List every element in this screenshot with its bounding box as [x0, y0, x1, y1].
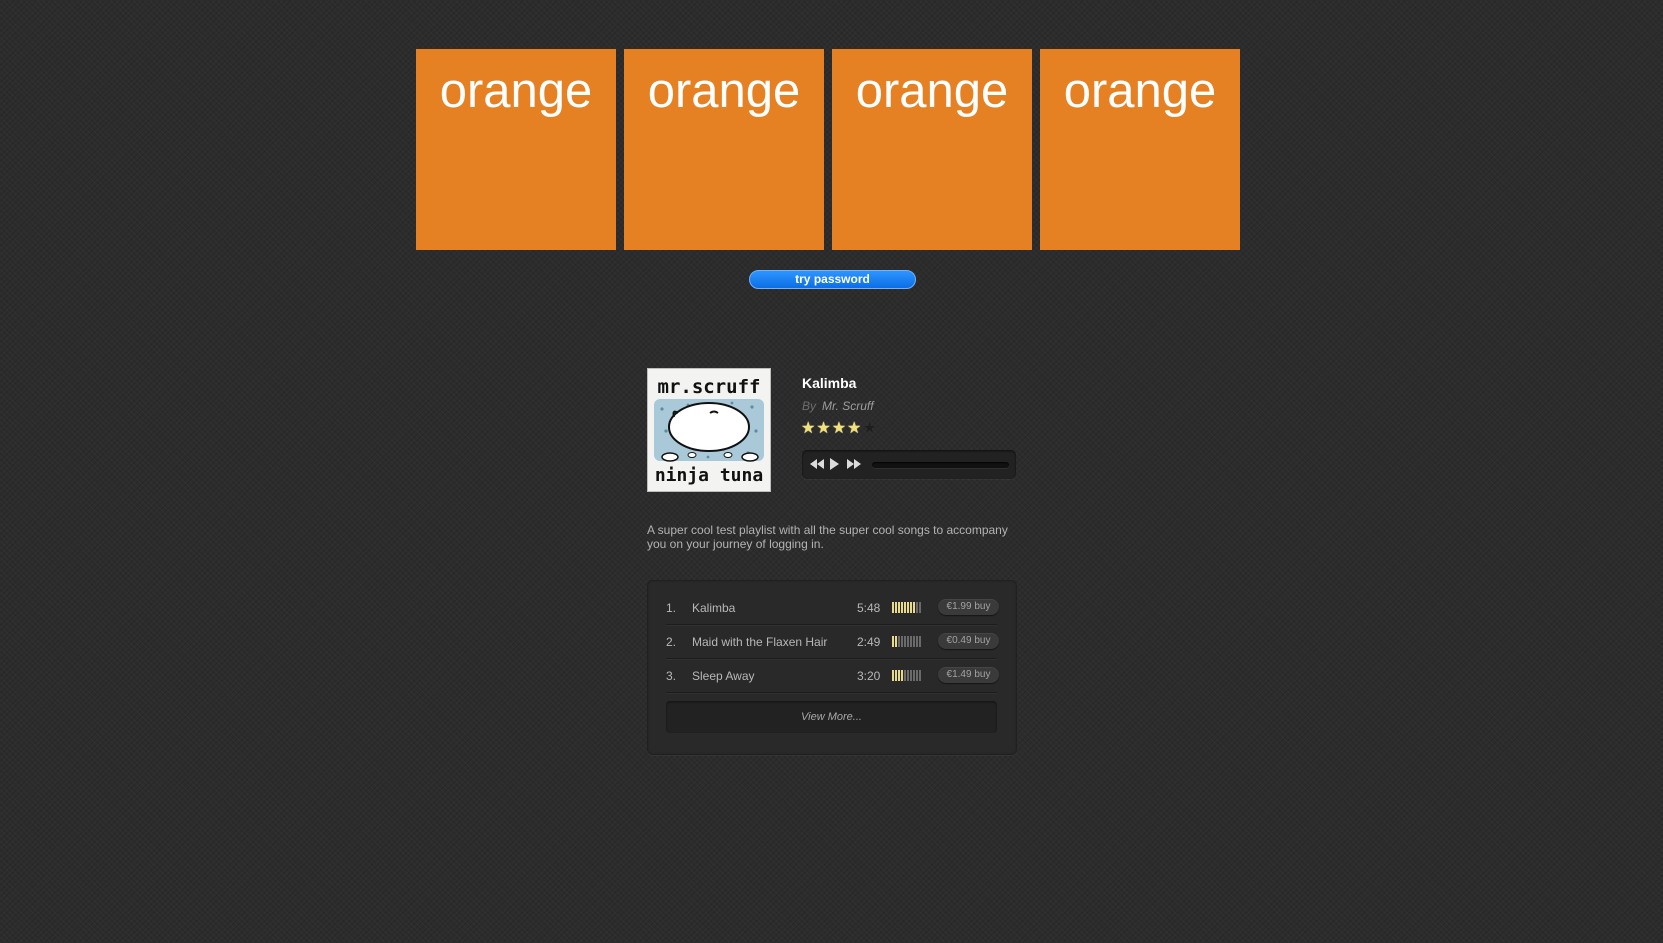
popularity-bar — [895, 602, 897, 613]
tracklist: 1. Kalimba 5:48 €1.99 buy 2. Maid with t… — [647, 580, 1017, 755]
track-duration: 5:48 — [857, 601, 881, 615]
popularity-meter — [892, 636, 923, 647]
tile-grid: orange orange orange orange — [416, 49, 1240, 250]
track-duration: 2:49 — [857, 635, 881, 649]
tile-label: orange — [439, 64, 593, 118]
popularity-bar — [907, 602, 909, 613]
track-number: 1. — [666, 601, 677, 615]
star-icon[interactable]: ★ — [832, 419, 846, 439]
view-more-button[interactable]: View More... — [666, 701, 997, 733]
play-icon[interactable] — [830, 456, 839, 472]
popularity-bar — [916, 602, 918, 613]
popularity-bar — [901, 670, 903, 681]
rating-stars[interactable]: ★ ★ ★ ★ ★ — [801, 419, 877, 439]
track-number: 2. — [666, 635, 677, 649]
star-icon[interactable]: ★ — [801, 419, 815, 439]
track-title[interactable]: Maid with the Flaxen Hair — [692, 635, 827, 649]
track-title[interactable]: Kalimba — [692, 601, 735, 615]
track-row[interactable]: 1. Kalimba 5:48 €1.99 buy — [666, 590, 999, 625]
track-row[interactable]: 3. Sleep Away 3:20 €1.49 buy — [666, 658, 999, 693]
popularity-bar — [907, 636, 909, 647]
now-playing-title: Kalimba — [802, 375, 857, 391]
popularity-bar — [898, 636, 900, 647]
tile-label: orange — [647, 64, 801, 118]
popularity-bars — [892, 670, 921, 681]
tile-label: orange — [855, 64, 1009, 118]
popularity-bar — [916, 636, 918, 647]
album-cover-image: mr.scruff ninja tuna — [648, 369, 770, 491]
popularity-bar — [901, 636, 903, 647]
album-art: mr.scruff ninja tuna — [647, 368, 771, 492]
popularity-bar — [904, 602, 906, 613]
popularity-bar — [913, 636, 915, 647]
popularity-bar — [913, 602, 915, 613]
popularity-bar — [919, 670, 921, 681]
tile-label: orange — [1063, 64, 1217, 118]
popularity-bar — [913, 670, 915, 681]
popularity-bar — [901, 602, 903, 613]
track-duration: 3:20 — [857, 669, 881, 683]
popularity-bar — [904, 636, 906, 647]
popularity-bar — [910, 602, 912, 613]
popularity-bar — [910, 636, 912, 647]
popularity-bar — [892, 636, 894, 647]
popularity-bar — [907, 670, 909, 681]
popularity-bar — [892, 670, 894, 681]
by-label: By — [802, 399, 817, 413]
buy-button[interactable]: €1.99 buy — [938, 599, 999, 615]
popularity-bar — [892, 602, 894, 613]
track-row[interactable]: 2. Maid with the Flaxen Hair 2:49 €0.49 … — [666, 624, 999, 659]
try-password-button[interactable]: try password — [749, 270, 916, 289]
orange-tile-4[interactable]: orange — [1040, 49, 1240, 250]
fast-forward-icon[interactable] — [847, 456, 862, 472]
popularity-bar — [919, 602, 921, 613]
orange-tile-1[interactable]: orange — [416, 49, 616, 250]
popularity-bar — [916, 670, 918, 681]
track-title[interactable]: Sleep Away — [692, 669, 755, 683]
popularity-bar — [898, 670, 900, 681]
popularity-bars — [892, 602, 921, 613]
now-playing-byline: By Mr. Scruff — [802, 399, 874, 413]
orange-tile-2[interactable]: orange — [624, 49, 824, 250]
star-icon[interactable]: ★ — [816, 419, 830, 439]
star-icon[interactable]: ★ — [862, 419, 876, 439]
star-icon[interactable]: ★ — [847, 419, 861, 439]
audio-player — [802, 450, 1016, 479]
buy-button[interactable]: €1.49 buy — [938, 667, 999, 683]
album-art-top-text: mr.scruff — [658, 376, 761, 398]
album-art-bottom-text: ninja tuna — [655, 465, 763, 486]
popularity-bar — [904, 670, 906, 681]
popularity-meter — [892, 670, 923, 681]
popularity-bar — [919, 636, 921, 647]
popularity-bars — [892, 636, 921, 647]
artist-name[interactable]: Mr. Scruff — [822, 399, 874, 413]
popularity-bar — [910, 670, 912, 681]
popularity-meter — [892, 602, 923, 613]
popularity-bar — [895, 670, 897, 681]
buy-button[interactable]: €0.49 buy — [938, 633, 999, 649]
track-number: 3. — [666, 669, 677, 683]
popularity-bar — [895, 636, 897, 647]
progress-bar[interactable] — [872, 462, 1009, 468]
orange-tile-3[interactable]: orange — [832, 49, 1032, 250]
rewind-icon[interactable] — [810, 456, 825, 472]
playlist-description: A super cool test playlist with all the … — [647, 523, 1008, 551]
popularity-bar — [898, 602, 900, 613]
